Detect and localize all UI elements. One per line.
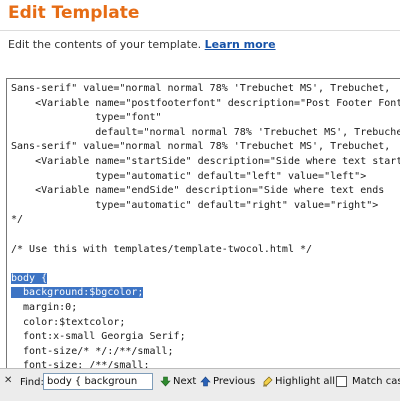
code-line: type="automatic" default="right" value="… xyxy=(11,199,400,214)
match-case-box[interactable] xyxy=(336,376,347,387)
code-line: font:x-small Georgia Serif; xyxy=(11,330,400,345)
arrow-down-icon xyxy=(160,376,171,387)
subtitle-text: Edit the contents of your template. xyxy=(8,38,202,51)
code-line-text: Sans-serif" value="normal normal 78% 'Tr… xyxy=(11,141,391,153)
code-line-text: <Variable name="postfooterfont" descript… xyxy=(11,97,400,109)
code-line-text: margin:0; xyxy=(11,301,78,313)
find-bar: ✕ Find: body { backgroun Next Previous H… xyxy=(0,368,400,401)
code-line: margin:0; xyxy=(11,301,400,316)
highlighter-icon xyxy=(263,376,273,387)
code-line: /* Use this with templates/template-twoc… xyxy=(11,243,400,258)
match-case-label: Match case xyxy=(352,376,400,387)
code-line: type="font" xyxy=(11,111,400,126)
close-find-icon[interactable]: ✕ xyxy=(4,375,12,386)
code-line: */ xyxy=(11,213,400,228)
code-line-text: <Variable name="startSide" description="… xyxy=(11,155,400,167)
learn-more-link[interactable]: Learn more xyxy=(205,38,276,51)
code-line: default="normal normal 78% 'Trebuchet MS… xyxy=(11,126,400,141)
code-line-text: default="normal normal 78% 'Trebuchet MS… xyxy=(11,126,400,138)
code-line-text: body { xyxy=(11,272,48,284)
code-line: Sans-serif" value="normal normal 78% 'Tr… xyxy=(11,82,400,97)
code-line: Sans-serif" value="normal normal 78% 'Tr… xyxy=(11,140,400,155)
page-subtitle: Edit the contents of your template. Lear… xyxy=(8,38,276,51)
code-line-text: */ xyxy=(11,214,24,226)
find-previous-button[interactable]: Previous xyxy=(200,376,255,387)
code-line-text: type="automatic" default="right" value="… xyxy=(11,199,379,211)
template-editor[interactable]: Sans-serif" value="normal normal 78% 'Tr… xyxy=(6,78,400,369)
code-line: font-size/* */:/**/small; xyxy=(11,345,400,360)
code-line: <Variable name="postfooterfont" descript… xyxy=(11,97,400,112)
code-line: background:$bgcolor; xyxy=(11,286,400,301)
highlight-all-label: Highlight all xyxy=(275,376,336,387)
code-line: <Variable name="startSide" description="… xyxy=(11,155,400,170)
code-line-text: type="font" xyxy=(11,112,162,124)
code-line-text: /* Use this with templates/template-twoc… xyxy=(11,243,313,255)
code-line-text: type="automatic" default="left" value="l… xyxy=(11,170,367,182)
template-code[interactable]: Sans-serif" value="normal normal 78% 'Tr… xyxy=(11,82,400,369)
code-line: body { xyxy=(11,272,400,287)
code-line: color:$textcolor; xyxy=(11,316,400,331)
find-next-label: Next xyxy=(173,376,197,387)
code-line-text: font-size/* */:/**/small; xyxy=(11,345,174,357)
find-next-button[interactable]: Next xyxy=(160,376,196,387)
code-line-text: color:$textcolor; xyxy=(11,316,126,328)
code-line-text: font:x-small Georgia Serif; xyxy=(11,331,186,343)
title-divider xyxy=(0,30,400,31)
code-line-text: background:$bgcolor; xyxy=(11,287,144,299)
code-line: type="automatic" default="left" value="l… xyxy=(11,170,400,185)
find-input[interactable]: body { backgroun xyxy=(43,373,153,390)
arrow-up-icon xyxy=(200,376,211,387)
code-line-text: <Variable name="endSide" description="Si… xyxy=(11,185,385,197)
page-title: Edit Template xyxy=(8,3,140,23)
match-case-checkbox[interactable]: Match case xyxy=(336,376,400,387)
highlight-all-button[interactable]: Highlight all xyxy=(262,376,335,387)
find-label: Find: xyxy=(20,377,44,388)
code-line-text: Sans-serif" value="normal normal 78% 'Tr… xyxy=(11,83,391,94)
find-previous-label: Previous xyxy=(213,376,256,387)
code-line: <Variable name="endSide" description="Si… xyxy=(11,184,400,199)
